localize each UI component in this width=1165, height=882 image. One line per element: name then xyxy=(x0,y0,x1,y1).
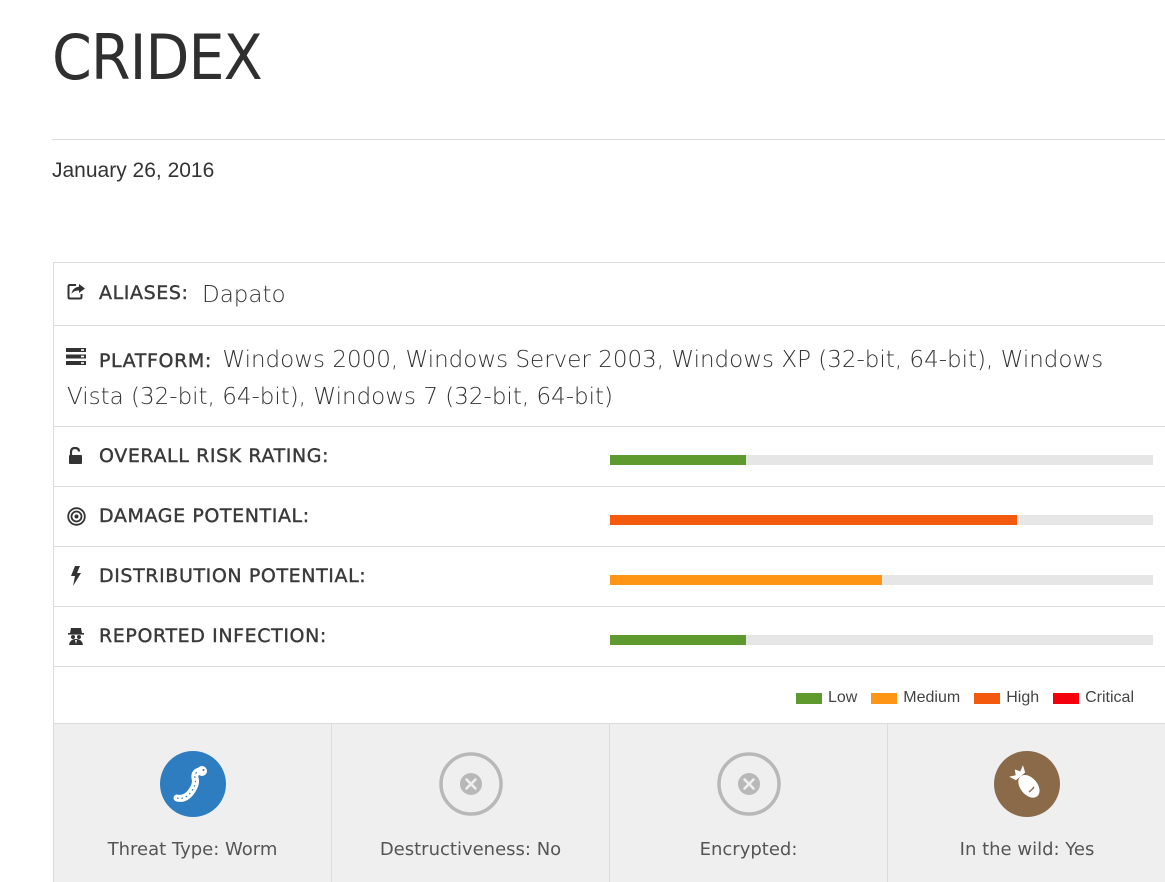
threat-page: CRIDEX January 26, 2016 ALIASES: Dapato xyxy=(0,0,1165,882)
rating-bar-fill xyxy=(610,575,882,585)
platform-label: PLATFORM: xyxy=(99,350,212,372)
legend-swatch xyxy=(871,692,898,704)
rating-row-damage: DAMAGE POTENTIAL: xyxy=(54,487,1165,547)
aliases-label: ALIASES: xyxy=(99,282,189,304)
rating-label: REPORTED INFECTION: xyxy=(99,625,327,647)
legend-label: Low xyxy=(827,689,858,706)
threat-details-card: ALIASES: Dapato PLATFORM: Windows 2000, … xyxy=(53,262,1165,882)
legend-swatch xyxy=(974,692,1001,704)
rating-label: DAMAGE POTENTIAL: xyxy=(99,505,310,527)
rating-row-overall-risk: OVERALL RISK RATING: xyxy=(54,427,1165,487)
tile-label: Threat Type: Worm xyxy=(107,839,278,860)
publish-date: January 26, 2016 xyxy=(52,159,215,182)
rating-bar-track xyxy=(610,455,1153,465)
legend-item-medium: Medium xyxy=(871,689,960,707)
rating-row-reported-infection: REPORTED INFECTION: xyxy=(54,607,1165,667)
tile-label: Encrypted: xyxy=(699,839,798,860)
tile-label: In the wild: Yes xyxy=(959,839,1095,860)
unlock-icon xyxy=(66,446,86,466)
aliases-value: Dapato xyxy=(202,282,286,308)
rating-label: OVERALL RISK RATING: xyxy=(99,445,330,467)
legend-swatch xyxy=(795,692,822,704)
threat-attribute-tiles: Threat Type: Worm Destructiveness: No En… xyxy=(54,724,1165,882)
rating-bar-track xyxy=(610,635,1153,645)
legend-label: High xyxy=(1006,689,1040,706)
legend-label: Medium xyxy=(903,689,961,706)
tile-label: Destructiveness: No xyxy=(379,839,562,860)
rating-bar-track xyxy=(610,515,1153,525)
share-square-icon xyxy=(66,281,86,301)
target-icon xyxy=(66,506,86,526)
legend-label: Critical xyxy=(1085,689,1134,706)
platform-row: PLATFORM: Windows 2000, Windows Server 2… xyxy=(54,326,1165,427)
rating-bar-fill xyxy=(610,455,746,465)
platform-value: Windows 2000, Windows Server 2003, Windo… xyxy=(67,347,1104,410)
legend-item-critical: Critical xyxy=(1053,689,1134,707)
rating-label: DISTRIBUTION POTENTIAL: xyxy=(99,565,367,587)
platform-text: PLATFORM: Windows 2000, Windows Server 2… xyxy=(67,343,1157,417)
bomb-icon xyxy=(994,751,1060,817)
rating-bar-fill xyxy=(610,515,1018,525)
legend-item-high: High xyxy=(974,689,1039,707)
rating-row-distribution: DISTRIBUTION POTENTIAL: xyxy=(54,547,1165,607)
worm-icon xyxy=(159,751,226,817)
tile-in-the-wild: In the wild: Yes xyxy=(888,724,1165,882)
rating-bar-track xyxy=(610,575,1153,585)
spy-icon xyxy=(66,626,86,646)
tile-encrypted: Encrypted: xyxy=(610,724,888,882)
aliases-row: ALIASES: Dapato xyxy=(54,263,1165,326)
x-circle-icon xyxy=(438,751,504,817)
bolt-icon xyxy=(66,566,86,586)
rating-bar-fill xyxy=(610,635,746,645)
tile-threat-type: Threat Type: Worm xyxy=(54,724,332,882)
x-circle-icon xyxy=(716,751,782,817)
title-divider xyxy=(52,139,1165,140)
tile-destructiveness: Destructiveness: No xyxy=(332,724,610,882)
page-title: CRIDEX xyxy=(52,21,263,94)
rating-legend: Low Medium High Critical xyxy=(54,667,1165,724)
legend-swatch xyxy=(1053,692,1080,704)
legend-item-low: Low xyxy=(795,689,858,707)
